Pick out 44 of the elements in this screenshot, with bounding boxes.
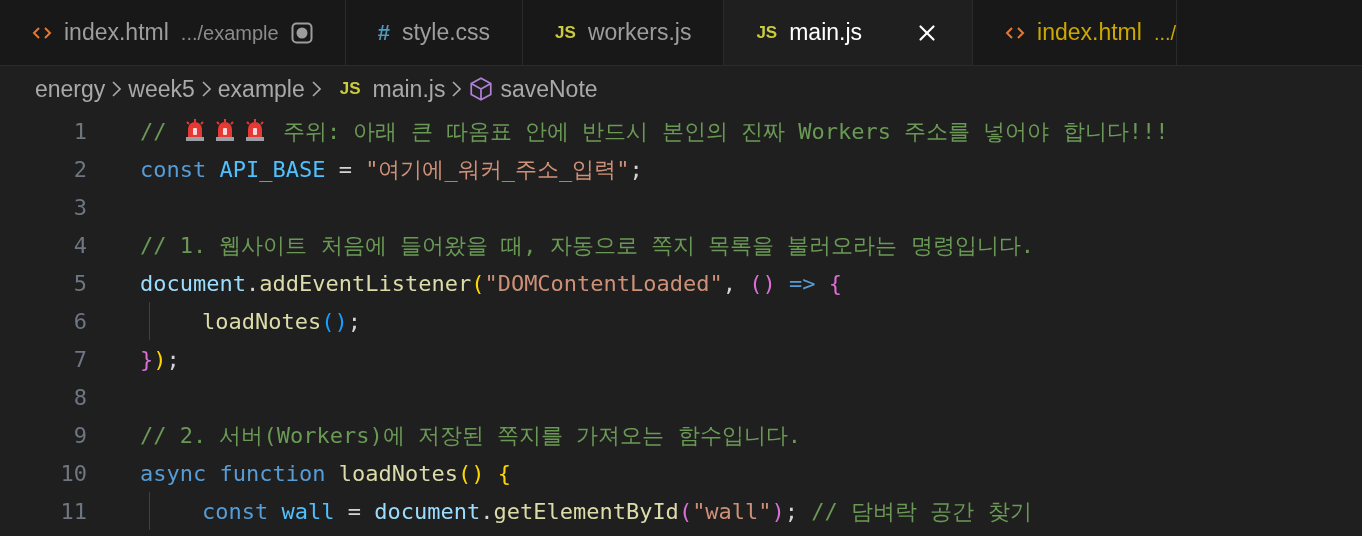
line-number: 10 (59, 459, 87, 488)
editor-tab[interactable]: JS main.js (724, 0, 974, 65)
chevron-right-icon (452, 81, 462, 97)
js-icon: JS (555, 19, 576, 46)
chevron-right-icon (201, 81, 211, 97)
hash-icon: # (377, 16, 390, 49)
chevron-right-icon (311, 81, 321, 97)
line-number: 4 (72, 231, 87, 260)
line-number: 5 (72, 269, 87, 298)
tab-path: .../example (180, 20, 279, 46)
line-number: 8 (72, 383, 87, 412)
line-number: 1 (72, 117, 87, 146)
angle-brackets-icon (32, 24, 52, 41)
code-line: document.addEventListener("DOMContentLoaded", () => { (140, 269, 843, 298)
tab-label: style.css (401, 18, 491, 48)
breadcrumb-symbol[interactable]: saveNote (500, 71, 598, 107)
line-number: 11 (59, 497, 87, 526)
breadcrumb-folder[interactable]: week5 (128, 71, 195, 107)
line-number: 2 (72, 155, 87, 184)
tab-label: main.js (789, 18, 863, 48)
tab-label: index.html (64, 18, 169, 48)
tab-label: index.html (1037, 18, 1142, 48)
line-number: 7 (72, 345, 87, 374)
tab-label: workers.js (587, 18, 692, 48)
chevron-right-icon (112, 81, 122, 97)
code-line: loadNotes(); (201, 307, 361, 336)
js-icon: JS (756, 19, 778, 46)
angle-brackets-icon (1005, 24, 1026, 41)
breadcrumb-folder[interactable]: example (217, 71, 305, 107)
breadcrumb-file[interactable]: main.js (372, 71, 446, 107)
line-number: 9 (72, 421, 87, 450)
line-number: 3 (72, 193, 87, 222)
cube-icon (468, 76, 495, 102)
line-number: 6 (72, 307, 87, 336)
js-icon: JS (339, 76, 361, 102)
code-line: async function loadNotes() { (140, 459, 511, 488)
breadcrumb-folder[interactable]: energy (35, 71, 106, 107)
code-line: const wall = document.getElementById("wall"); // 담벼락 공간 찾기 (201, 497, 1032, 526)
code-line: // 2. 서버(Workers)에 저장된 쪽지를 가져오는 함수입니다. (140, 421, 801, 450)
code-line: // 1. 웹사이트 처음에 들어왔을 때, 자동으로 쪽지 목록을 불러오라는 명령입니다. (140, 231, 1034, 260)
code-line: // 주위: 아래 큰 따옴표 안에 반드시 본인의 진짜 Workers 주소를 넣어야 합니다!!! (140, 116, 1169, 146)
code-line: }); (140, 345, 180, 374)
tab-path: .../ (1153, 20, 1177, 46)
code-line: const API_BASE = "여기에_워커_주소_입력"; (140, 155, 643, 184)
